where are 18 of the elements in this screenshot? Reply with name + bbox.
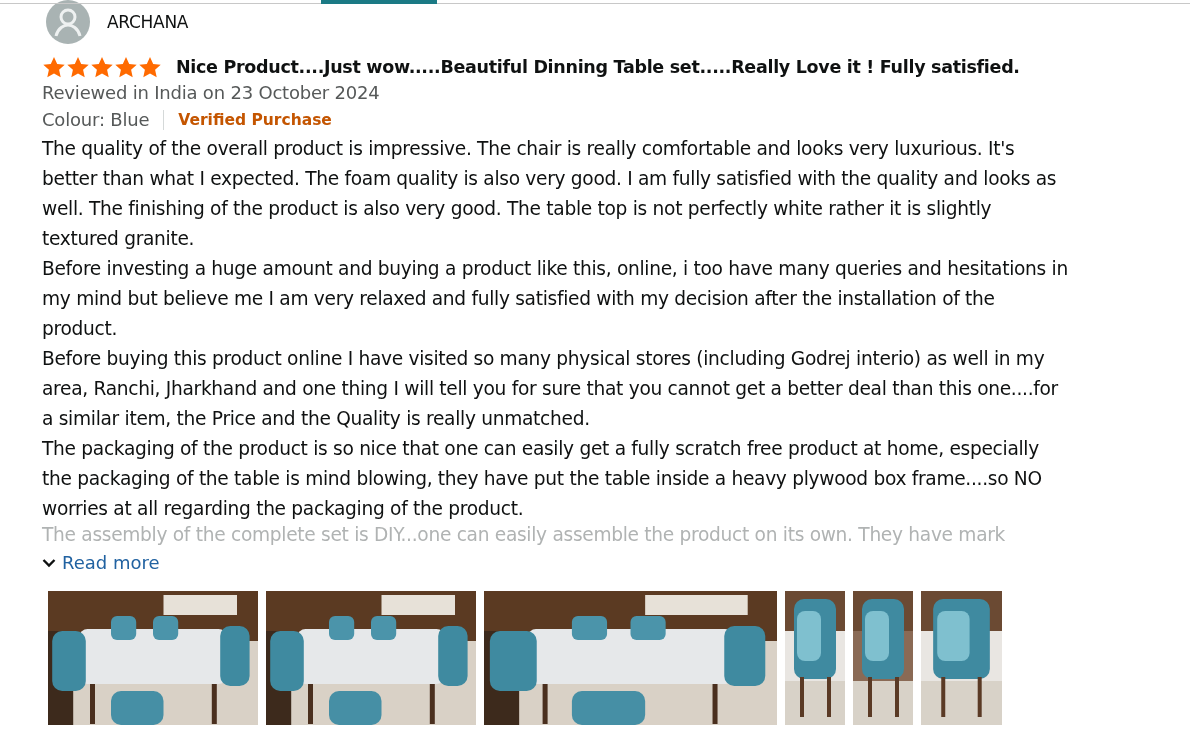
verified-purchase-label: Verified Purchase — [178, 110, 332, 129]
chevron-down-icon — [42, 557, 56, 568]
review-paragraph: The packaging of the product is so nice that one can easily get a fully scratch free product at home, especially the packaging of the table is mind blowing, they have put the table inside a heavy plywood box frame....so NO worries at all regarding the packaging of the product. — [42, 437, 1043, 521]
star-icon — [66, 56, 90, 78]
variant-label: Colour: Blue — [42, 109, 150, 130]
read-more-link[interactable]: Read more — [42, 552, 160, 573]
review-paragraph: Before buying this product online I have visited so many physical stores (including Godrej interio) as well in my area, Ranchi, Jharkhand and one thing I will tell you for sure that you cannot get a better deal than this one....for a similar item, the Price and the Quality is really unmatched. — [42, 347, 1059, 431]
reviewer-name: ARCHANA — [107, 12, 189, 32]
star-icon — [114, 56, 138, 78]
star-icon — [42, 56, 66, 78]
review-paragraph: The assembly of the complete set is DIY...one can easily assemble the product on its own. They have mark — [42, 524, 1007, 546]
avatar-icon — [46, 0, 90, 44]
review-title: Nice Product....Just wow.....Beautiful Dinning Table set.....Really Love it ! Fully satisfied. — [176, 57, 1020, 77]
review-paragraph: The quality of the overall product is impressive. The chair is really comfortable and looks very luxurious. It's better than what I expected. The foam quality is also very good. I am fully satisfied with the quality and looks as well. The finishing of the product is also very good. The table top is not perfectly white rather it is slightly textured granite. — [42, 137, 1058, 251]
review-paragraph: Before investing a huge amount and buying a product like this, online, i too have many queries and hesitations in my mind but believe me I am very relaxed and fully satisfied with my decision after the installation of the product. — [42, 257, 1069, 341]
star-icon — [138, 56, 162, 78]
review-date: Reviewed in India on 23 October 2024 — [42, 82, 381, 103]
star-icon — [90, 56, 114, 78]
